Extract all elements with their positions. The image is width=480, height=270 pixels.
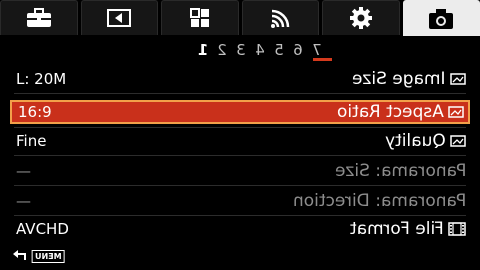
wireless-icon xyxy=(271,9,290,28)
tab-wireless[interactable] xyxy=(241,0,319,35)
image-size-icon xyxy=(450,73,466,85)
page-number-7[interactable]: 7 xyxy=(310,41,324,59)
menu-item-value: — xyxy=(16,162,31,180)
menu-item-panorama-direction: — Panorama: Direction xyxy=(10,190,470,212)
menu-item-label: Aspect Ratio xyxy=(337,102,444,122)
menu-divider xyxy=(14,215,466,216)
page-number-5[interactable]: 5 xyxy=(272,41,286,59)
camera-icon xyxy=(429,9,454,29)
tab-grid[interactable] xyxy=(161,0,239,35)
page-number-3[interactable]: 3 xyxy=(234,41,248,59)
menu-item-value: L: 20M xyxy=(16,70,67,88)
menu-item-value: — xyxy=(16,192,31,210)
page-number-1[interactable]: 1 xyxy=(196,41,210,59)
playback-icon xyxy=(107,9,132,27)
menu-item-file-format[interactable]: AVCHD File Format xyxy=(10,218,470,240)
menu-item-label: File Format xyxy=(350,219,444,239)
tab-toolbox[interactable] xyxy=(0,0,78,35)
menu-button-label[interactable]: MENU xyxy=(32,249,65,263)
film-icon xyxy=(448,222,466,236)
aspect-ratio-icon xyxy=(448,106,464,118)
menu-divider xyxy=(14,127,466,128)
toolbox-icon xyxy=(26,8,51,27)
page-indicator: 1 2 3 4 5 6 7 xyxy=(196,41,324,59)
menu-item-label: Panorama: Size xyxy=(334,161,467,181)
return-arrow-icon[interactable] xyxy=(12,249,28,263)
menu-item-panorama-size: — Panorama: Size xyxy=(10,160,470,182)
menu-tabs xyxy=(0,0,480,37)
page-number-6[interactable]: 6 xyxy=(291,41,305,59)
menu-divider xyxy=(14,185,466,186)
menu-item-image-size[interactable]: L: 20M Image Size xyxy=(10,68,470,90)
footer: MENU xyxy=(12,249,65,263)
menu-divider xyxy=(14,155,466,156)
tab-playback[interactable] xyxy=(80,0,158,35)
tab-camera[interactable] xyxy=(402,0,480,37)
menu-item-quality[interactable]: Fine Quality xyxy=(10,130,470,152)
menu-item-value: 16:9 xyxy=(18,103,52,121)
page-number-2[interactable]: 2 xyxy=(215,41,229,59)
menu-item-value: Fine xyxy=(16,132,47,150)
gear-icon xyxy=(349,7,372,29)
page-number-4[interactable]: 4 xyxy=(253,41,267,59)
menu-item-aspect-ratio[interactable]: 16:9 Aspect Ratio xyxy=(10,100,470,124)
menu-item-value: AVCHD xyxy=(16,220,69,238)
menu-item-label: Quality xyxy=(385,131,446,151)
grid-icon xyxy=(189,8,209,27)
quality-icon xyxy=(450,135,466,147)
menu-divider xyxy=(14,93,466,94)
menu-item-label: Panorama: Direction xyxy=(292,191,466,211)
menu-item-label: Image Size xyxy=(352,69,446,89)
tab-settings[interactable] xyxy=(322,0,400,35)
active-page-underline xyxy=(313,58,332,61)
